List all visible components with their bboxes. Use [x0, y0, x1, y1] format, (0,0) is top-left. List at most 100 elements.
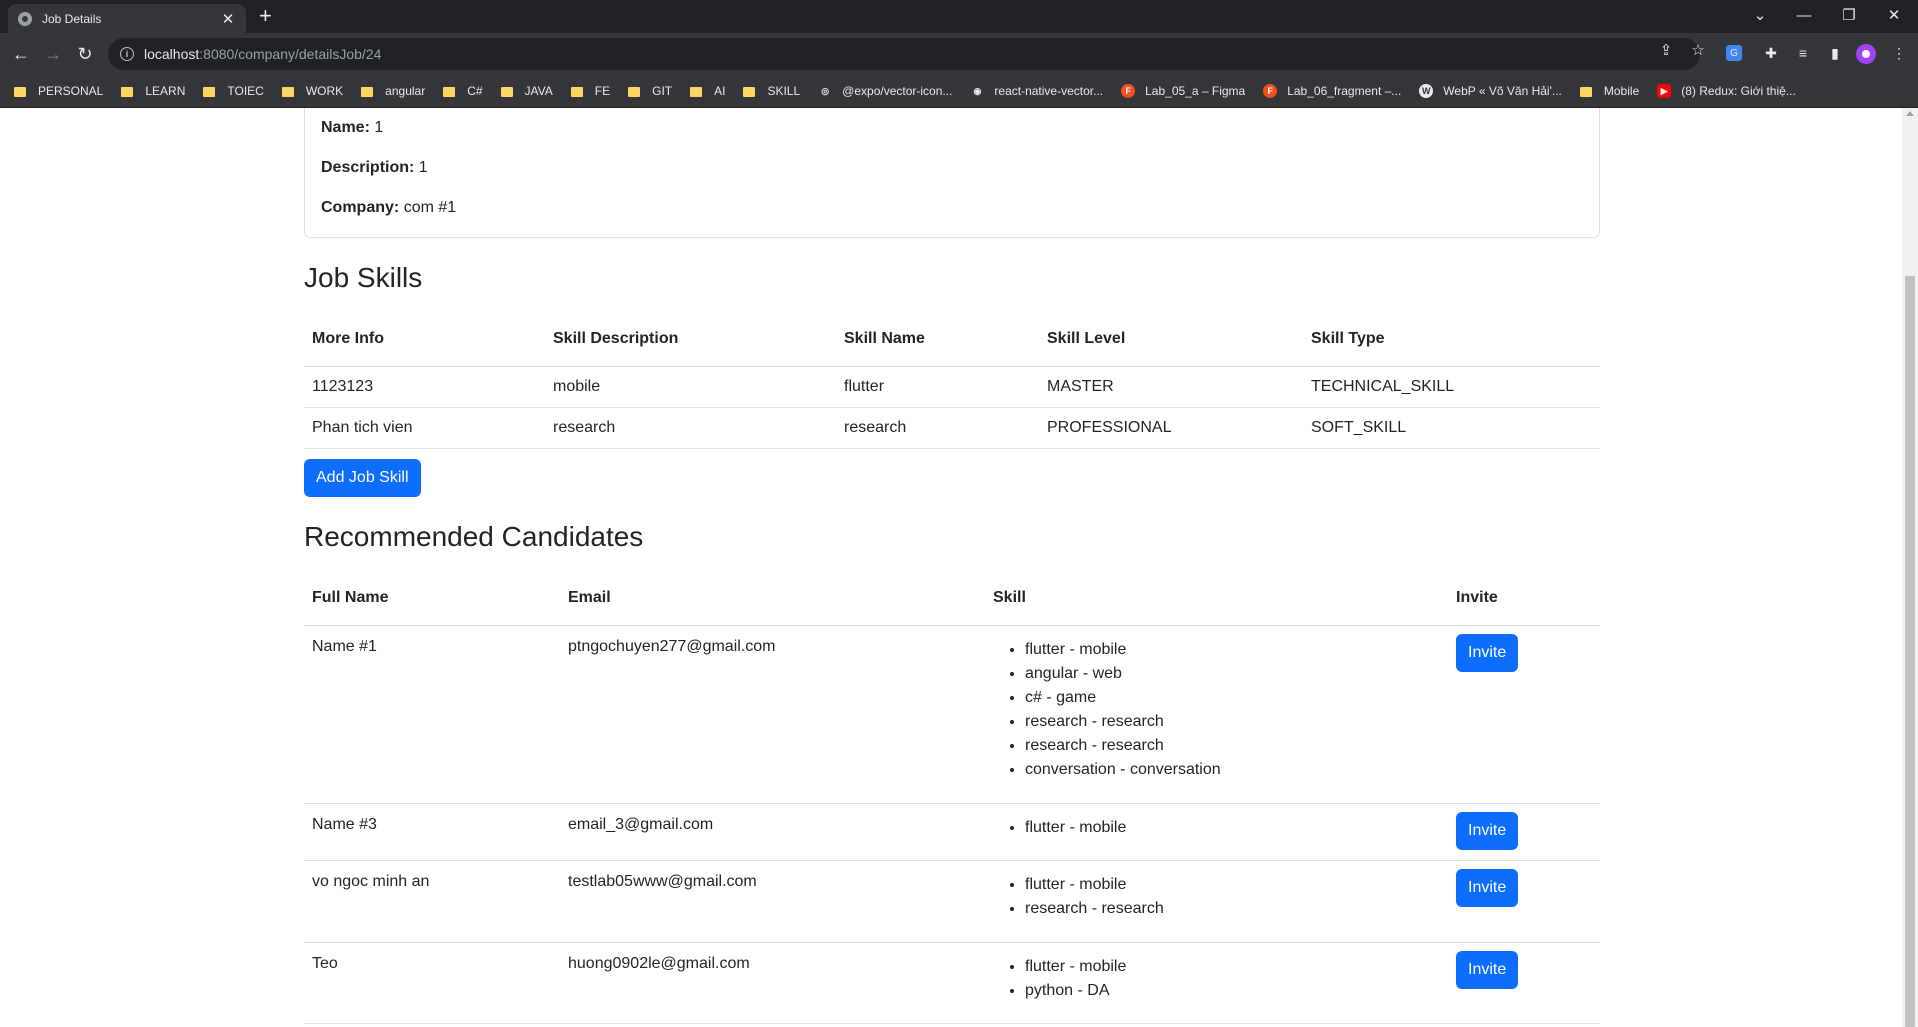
url-host: localhost [144, 46, 200, 62]
job-details-card [304, 108, 1600, 238]
minimize-button[interactable]: — [1782, 0, 1826, 30]
bookmark-item[interactable]: ▶ (8) Redux: Giới thiệ... [1657, 84, 1796, 98]
table-cell: TECHNICAL_SKILL [1303, 366, 1600, 408]
skill-list: flutter - mobile [993, 816, 1440, 840]
bookmark-item[interactable]: JAVA [500, 84, 553, 98]
candidate-email: testlab05www@gmail.com [560, 860, 985, 943]
invite-button[interactable]: Invite [1456, 868, 1519, 907]
bookmarks-bar: PERSONAL LEARN TOIEC WORK angular C# JAVA FE GIT… [0, 75, 1918, 108]
skill-list-item: angular - web [1025, 662, 1440, 686]
wordpress-icon: W [1419, 84, 1434, 98]
folder-icon [628, 87, 641, 97]
candidate-name: Teo [304, 942, 560, 1024]
vertical-scrollbar[interactable] [1902, 108, 1918, 1027]
skill-list-item: research - research [1025, 734, 1440, 758]
reading-list-icon[interactable]: ≡ [1792, 42, 1814, 64]
bookmark-item[interactable]: GIT [628, 84, 672, 98]
table-cell: PROFESSIONAL [1039, 407, 1303, 449]
folder-icon [361, 87, 374, 97]
table-cell: MASTER [1039, 366, 1303, 408]
column-header: Skill Level [1039, 313, 1303, 367]
candidate-skills: flutter - mobilepython - DA [985, 942, 1448, 1024]
tab-title: Job Details [42, 11, 102, 26]
bookmark-label: FE [594, 84, 611, 98]
bookmark-label: LEARN [145, 84, 186, 98]
skill-list-item: c# - game [1025, 686, 1440, 710]
side-panel-icon[interactable]: ▮ [1824, 42, 1846, 64]
bookmark-item[interactable]: SKILL [743, 84, 800, 98]
extensions-icon[interactable]: ✚ [1760, 42, 1782, 64]
scroll-up-icon[interactable] [1906, 111, 1914, 116]
add-job-skill-button[interactable]: Add Job Skill [304, 459, 421, 497]
expo-icon: ◎ [818, 84, 833, 98]
folder-icon [14, 87, 26, 97]
url-path: :8080/company/detailsJob/24 [199, 46, 382, 62]
scrollbar-thumb[interactable] [1905, 276, 1915, 1027]
folder-icon [443, 87, 456, 97]
table-cell: flutter [836, 366, 1039, 408]
bookmark-label: WORK [305, 84, 344, 98]
translate-extension-icon[interactable]: G [1726, 45, 1742, 61]
browser-toolbar: ← → ↻ i localhost:8080/company/detailsJo… [0, 33, 1918, 75]
skill-list-item: flutter - mobile [1025, 873, 1440, 897]
folder-icon [281, 87, 294, 97]
invite-cell: Invite [1448, 942, 1600, 1024]
job-skills-table: More Info Skill Description Skill Name S… [304, 313, 1600, 449]
close-tab-icon[interactable]: ✕ [220, 10, 236, 28]
bookmark-item[interactable]: F Lab_05_a – Figma [1121, 84, 1245, 98]
invite-button[interactable]: Invite [1456, 633, 1519, 672]
table-cell: research [836, 407, 1039, 449]
globe-icon [18, 11, 32, 26]
invite-cell: Invite [1448, 803, 1600, 861]
bookmark-item[interactable]: AI [690, 84, 725, 98]
bookmark-item[interactable]: TOIEC [203, 84, 264, 98]
restore-button[interactable]: ❐ [1827, 0, 1871, 30]
reload-button[interactable]: ↻ [72, 41, 98, 67]
share-icon[interactable]: ⇪ [1654, 41, 1678, 59]
chevron-down-icon[interactable]: ⌄ [1738, 0, 1782, 30]
tab-strip: Job Details ✕ + ⌄ — ❐ ✕ [0, 0, 1918, 33]
back-button[interactable]: ← [8, 41, 34, 67]
bookmark-label: react-native-vector... [994, 84, 1104, 98]
globe-icon: ◉ [970, 84, 985, 98]
candidate-row: vo ngoc minh antestlab05www@gmail.comflu… [304, 860, 1600, 943]
bookmark-item[interactable]: ◎ @expo/vector-icon... [818, 84, 952, 98]
job-description-value: 1 [418, 159, 428, 176]
forward-button[interactable]: → [40, 41, 66, 67]
new-tab-button[interactable]: + [259, 5, 272, 27]
bookmark-item[interactable]: LEARN [121, 84, 185, 98]
close-window-button[interactable]: ✕ [1872, 0, 1916, 30]
bookmark-item[interactable]: WORK [281, 84, 344, 98]
skill-list-item: python - DA [1025, 979, 1440, 1003]
folder-icon [1579, 87, 1592, 97]
bookmark-item[interactable]: angular [361, 84, 425, 98]
bookmark-item[interactable]: Mobile [1579, 84, 1640, 98]
bookmark-item[interactable]: F Lab_06_fragment –... [1263, 84, 1401, 98]
bookmark-label: (8) Redux: Giới thiệ... [1681, 84, 1796, 98]
folder-icon [690, 87, 703, 97]
invite-button[interactable]: Invite [1456, 811, 1519, 850]
bookmark-label: Mobile [1603, 84, 1640, 98]
bookmark-label: TOIEC [227, 84, 264, 98]
profile-avatar[interactable] [1856, 44, 1876, 64]
job-skills-header-row: More Info Skill Description Skill Name S… [304, 313, 1600, 367]
bookmark-item[interactable]: ◉ react-native-vector... [970, 84, 1103, 98]
job-name-label: Name: [321, 119, 370, 136]
job-skills-heading: Job Skills [304, 262, 423, 293]
bookmark-item[interactable]: FE [570, 84, 611, 98]
bookmark-star-icon[interactable]: ☆ [1686, 41, 1710, 59]
folder-icon [743, 87, 756, 97]
menu-icon[interactable]: ⋮ [1888, 42, 1910, 64]
candidate-skills: flutter - mobileresearch - research [985, 860, 1448, 943]
column-header: Skill [985, 572, 1448, 626]
bookmark-label: Lab_06_fragment –... [1287, 84, 1402, 98]
browser-tab[interactable]: Job Details ✕ [8, 4, 246, 33]
table-row: Phan tich vien research research PROFESS… [304, 407, 1600, 449]
bookmark-label: Lab_05_a – Figma [1145, 84, 1246, 98]
bookmark-item[interactable]: C# [443, 84, 483, 98]
bookmark-item[interactable]: PERSONAL [14, 84, 103, 98]
address-bar[interactable]: i localhost:8080/company/detailsJob/24 [108, 38, 1700, 70]
invite-button[interactable]: Invite [1456, 950, 1519, 989]
site-info-icon[interactable]: i [120, 47, 134, 61]
bookmark-item[interactable]: W WebP « Võ Văn Hải'... [1419, 84, 1562, 98]
